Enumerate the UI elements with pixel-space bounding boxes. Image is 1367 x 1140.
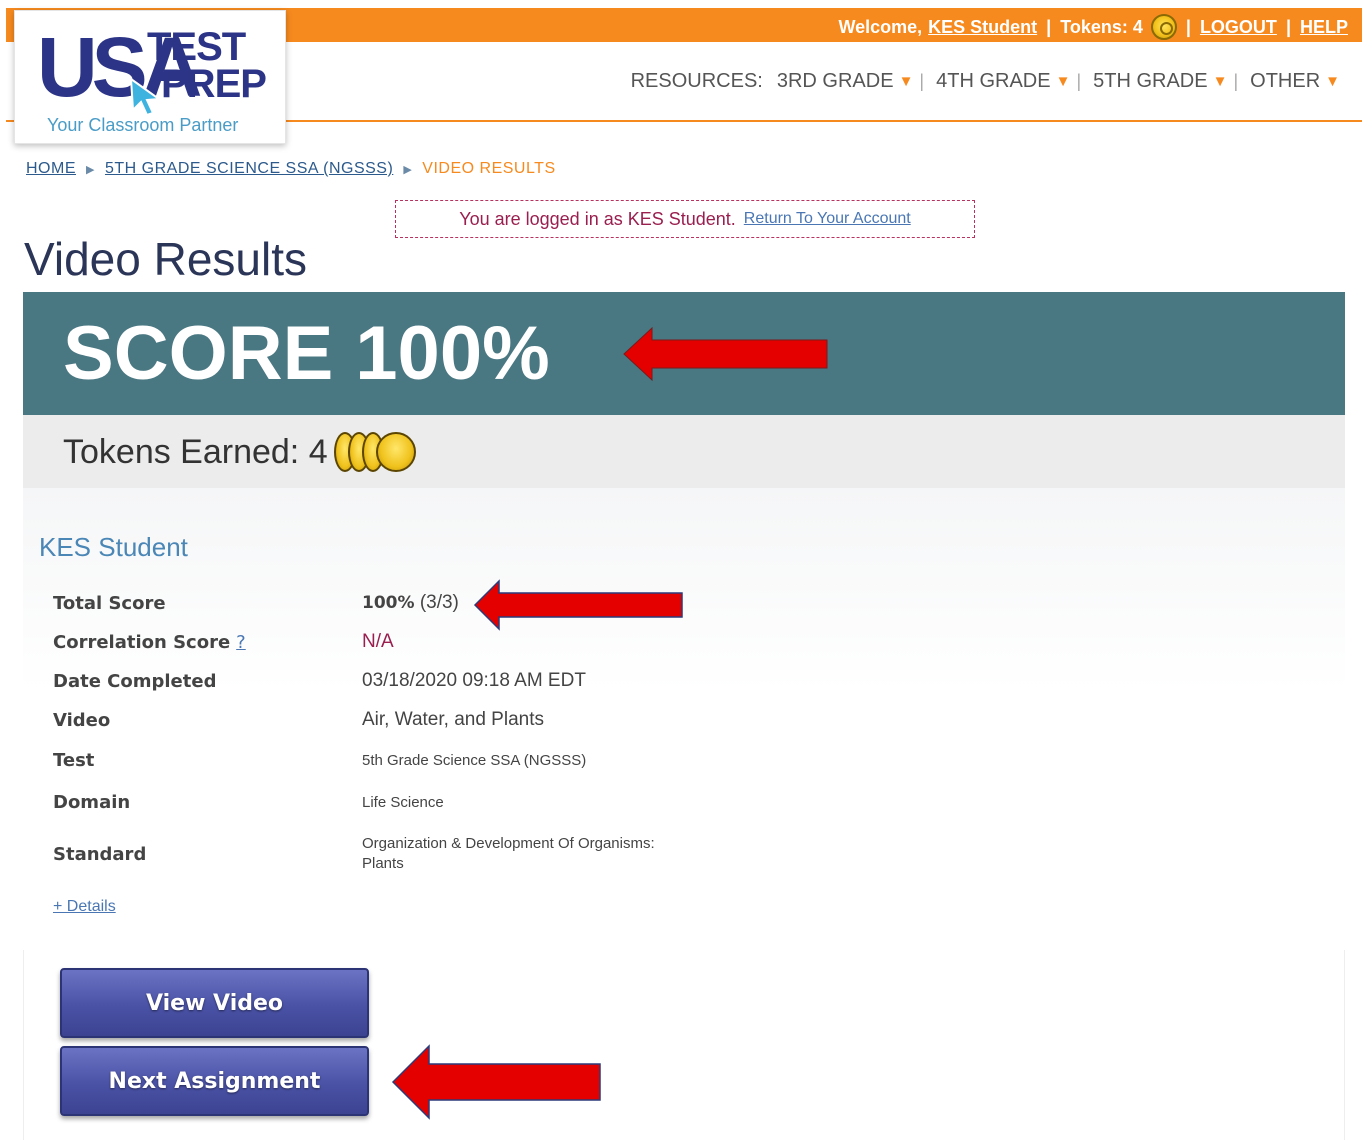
tokens-earned-band: Tokens Earned: 4 [23,415,1345,488]
next-assignment-button[interactable]: Next Assignment [60,1046,369,1116]
detail-label: Test [53,750,95,771]
annotation-arrow-icon [391,1044,601,1120]
help-link[interactable]: HELP [1300,17,1348,38]
tokens-count: Tokens: 4 [1060,16,1143,37]
breadcrumb-home[interactable]: HOME [26,160,76,178]
divider: | [919,71,925,91]
user-info: Welcome, KES Student | Tokens: 4 | LOGOU… [838,14,1348,40]
correlation-value: N/A [362,631,394,652]
action-area: View Video Next Assignment [23,950,1345,1140]
annotation-arrow-icon [623,326,828,382]
logo-tagline: Your Classroom Partner [47,115,239,135]
notice-text: You are logged in as KES Student. [459,208,736,229]
detail-label: Date Completed [53,670,217,692]
return-to-account-link[interactable]: Return To Your Account [744,210,911,228]
divider: | [1185,16,1191,37]
nav-item-label: 5TH GRADE [1093,70,1208,92]
breadcrumb-course[interactable]: 5TH GRADE SCIENCE SSA (NGSSS) [105,160,393,178]
usatestprep-logo[interactable]: USA TEST PREP Your Classroom Partner [14,10,286,144]
score-value: 100% [355,311,550,396]
total-score-value: 100% (3/3) [362,592,459,614]
nav-item-label: 4TH GRADE [936,70,1051,92]
detail-row-standard: Standard Organization & Development Of O… [53,834,655,874]
detail-row-domain: Domain Life Science [53,792,444,813]
score-display: SCORE 100% [63,310,550,397]
welcome-text: Welcome, [838,16,923,37]
total-score-percent: 100% [362,593,415,613]
breadcrumb: HOME ▶ 5TH GRADE SCIENCE SSA (NGSSS) ▶ V… [26,160,556,178]
nav-item-3rd-grade[interactable]: 3RD GRADE ▼ [777,70,914,93]
test-value: 5th Grade Science SSA (NGSSS) [362,751,587,769]
token-coin-icon [1150,14,1177,40]
logo-test-text: TEST [147,25,246,69]
date-value: 03/18/2020 09:18 AM EDT [362,670,586,691]
resources-label: RESOURCES: [630,70,763,92]
detail-row-total-score: Total Score 100% (3/3) [53,592,459,614]
caret-down-icon: ▼ [1212,73,1228,90]
domain-value: Life Science [362,793,444,811]
score-label: SCORE [63,311,334,396]
nav-item-label: OTHER [1250,70,1321,92]
nav-item-label: 3RD GRADE [776,70,894,92]
video-value: Air, Water, and Plants [362,709,544,730]
caret-down-icon: ▼ [1325,73,1340,90]
divider: | [1046,16,1052,37]
username-link[interactable]: KES Student [928,17,1037,38]
view-video-button[interactable]: View Video [60,968,369,1038]
student-name: KES Student [39,532,188,562]
annotation-arrow-icon [473,579,683,631]
standard-value-line2: Plants [362,855,404,872]
caret-down-icon: ▼ [1055,73,1071,90]
breadcrumb-arrow-icon: ▶ [86,163,95,176]
correlation-label: Correlation Score [53,631,231,653]
detail-row-test: Test 5th Grade Science SSA (NGSSS) [53,750,586,771]
nav-item-4th-grade[interactable]: 4TH GRADE ▼ [936,70,1070,93]
divider: | [1233,71,1239,91]
divider: | [1076,71,1082,91]
detail-label: Video [53,709,111,731]
detail-label: Standard [53,843,147,865]
detail-row-date: Date Completed 03/18/2020 09:18 AM EDT [53,670,586,692]
detail-label: Correlation Score? [53,632,362,653]
logo-prep-text: PREP [161,62,267,106]
cursor-icon [129,77,162,117]
coin-stack-icon [333,432,416,472]
details-toggle-link[interactable]: + Details [53,898,116,916]
caret-down-icon: ▼ [898,73,914,90]
logged-in-notice: You are logged in as KES Student. Return… [395,200,975,238]
tokens-earned: Tokens Earned: 4 [63,432,416,472]
tokens-earned-label: Tokens Earned: 4 [63,432,328,471]
breadcrumb-current: VIDEO RESULTS [422,160,556,177]
detail-label: Domain [53,792,131,813]
resources-nav: RESOURCES: 3RD GRADE ▼ | 4TH GRADE ▼ | 5… [631,70,1340,93]
correlation-help-link[interactable]: ? [236,632,246,653]
detail-row-video: Video Air, Water, and Plants [53,709,544,731]
standard-value-line1: Organization & Development Of Organisms: [362,835,655,852]
total-score-fraction: (3/3) [419,592,459,613]
standard-value: Organization & Development Of Organisms:… [362,834,655,874]
divider: | [1285,16,1291,37]
nav-item-5th-grade[interactable]: 5TH GRADE ▼ [1093,70,1227,93]
student-details-panel: KES Student Total Score 100% (3/3) Corre… [23,488,1345,938]
page-title: Video Results [24,233,307,285]
nav-item-other[interactable]: OTHER ▼ [1250,70,1340,93]
detail-row-correlation: Correlation Score? N/A [53,631,394,653]
logout-link[interactable]: LOGOUT [1200,17,1277,38]
detail-label: Total Score [53,592,166,614]
breadcrumb-arrow-icon: ▶ [403,163,413,176]
